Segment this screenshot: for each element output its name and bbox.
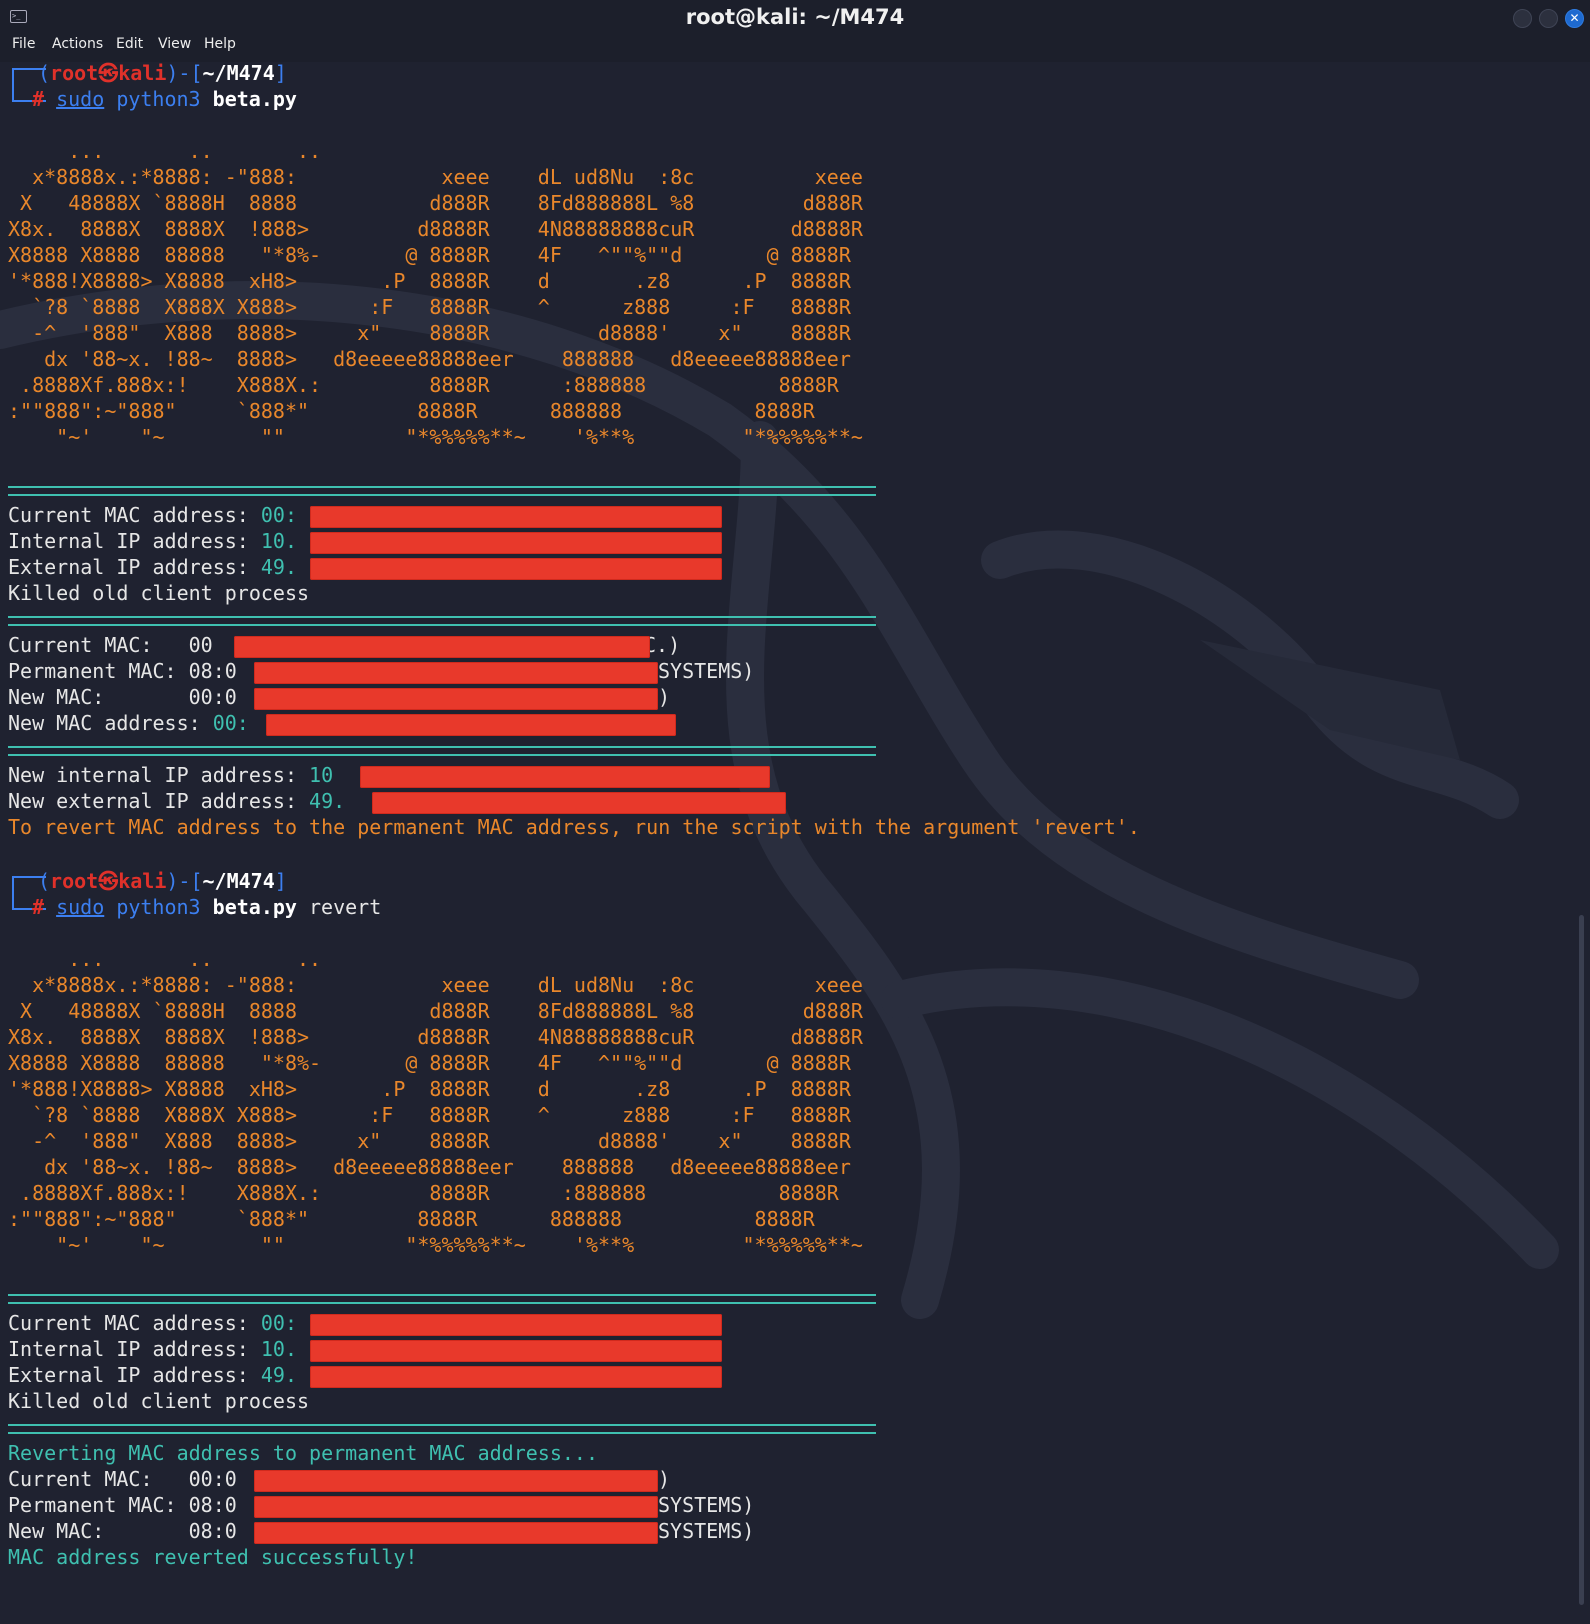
macchanger-new-tail: SYSTEMS) bbox=[658, 1519, 755, 1543]
macchanger-new-line: New MAC: 00:0 bbox=[8, 685, 237, 709]
divider bbox=[8, 1294, 876, 1304]
killed-process-line: Killed old client process bbox=[8, 581, 310, 605]
prompt-line-1: (root㉿kali)-[~/M474] bbox=[38, 61, 287, 85]
redaction-mark bbox=[310, 558, 722, 580]
macchanger-new-tail: ) bbox=[658, 685, 671, 709]
redaction-mark bbox=[254, 1470, 658, 1492]
internal-ip-line: Internal IP address: 10. bbox=[8, 529, 297, 553]
minimize-button[interactable] bbox=[1513, 9, 1532, 28]
command-line-1: # sudo python3 beta.py bbox=[32, 87, 297, 111]
divider bbox=[8, 746, 876, 756]
revert-hint-line: To revert MAC address to the permanent M… bbox=[8, 815, 1140, 839]
divider bbox=[8, 1424, 876, 1434]
reverting-line: Reverting MAC address to permanent MAC a… bbox=[8, 1441, 599, 1465]
revert-success-line: MAC address reverted successfully! bbox=[8, 1545, 418, 1569]
macchanger-current-line: Current MAC: 00:0 bbox=[8, 1467, 237, 1491]
window-controls: ✕ bbox=[1513, 9, 1584, 28]
close-button[interactable]: ✕ bbox=[1565, 9, 1584, 28]
macchanger-current-tail: ) bbox=[658, 1467, 671, 1491]
macchanger-current-line: Current MAC: 00 bbox=[8, 633, 213, 657]
redaction-mark bbox=[254, 1496, 658, 1518]
window-title: root@kali: ~/M474 bbox=[685, 5, 905, 29]
menu-help[interactable]: Help bbox=[204, 36, 236, 52]
menu-edit[interactable]: Edit bbox=[116, 36, 143, 52]
redaction-mark bbox=[310, 506, 722, 528]
macchanger-permanent-line: Permanent MAC: 08:0 bbox=[8, 1493, 237, 1517]
external-ip-line: External IP address: 49. bbox=[8, 1363, 297, 1387]
redaction-mark bbox=[234, 636, 650, 658]
killed-process-line: Killed old client process bbox=[8, 1389, 310, 1413]
macchanger-new-line: New MAC: 08:0 bbox=[8, 1519, 237, 1543]
terminal-output[interactable]: (root㉿kali)-[~/M474] # sudo python3 beta… bbox=[8, 60, 1568, 1624]
menu-actions[interactable]: Actions bbox=[52, 36, 103, 52]
menu-view[interactable]: View bbox=[158, 36, 191, 52]
redaction-mark bbox=[254, 688, 658, 710]
redaction-mark bbox=[254, 1522, 658, 1544]
redaction-mark bbox=[360, 766, 770, 788]
new-internal-ip-line: New internal IP address: 10 bbox=[8, 763, 334, 787]
menu-file[interactable]: File bbox=[12, 36, 35, 52]
scrollbar[interactable] bbox=[1579, 915, 1584, 1605]
divider bbox=[8, 616, 876, 626]
maximize-button[interactable] bbox=[1539, 9, 1558, 28]
current-mac-line: Current MAC address: 00: bbox=[8, 1311, 297, 1335]
prompt-line-2: (root㉿kali)-[~/M474] bbox=[38, 869, 287, 893]
redaction-mark bbox=[254, 662, 658, 684]
internal-ip-line: Internal IP address: 10. bbox=[8, 1337, 297, 1361]
command-line-2: # sudo python3 beta.py revert bbox=[32, 895, 382, 919]
redaction-mark bbox=[310, 1340, 722, 1362]
macchanger-permanent-line: Permanent MAC: 08:0 bbox=[8, 659, 237, 683]
title-bar: >_ root@kali: ~/M474 ✕ bbox=[0, 0, 1590, 36]
redaction-mark bbox=[310, 1366, 722, 1388]
new-external-ip-line: New external IP address: 49. bbox=[8, 789, 346, 813]
redaction-mark bbox=[310, 532, 722, 554]
external-ip-line: External IP address: 49. bbox=[8, 555, 297, 579]
redaction-mark bbox=[266, 714, 676, 736]
redaction-mark bbox=[372, 792, 786, 814]
macchanger-permanent-tail: SYSTEMS) bbox=[658, 1493, 755, 1517]
redaction-mark bbox=[310, 1314, 722, 1336]
divider bbox=[8, 486, 876, 496]
macchanger-permanent-tail: SYSTEMS) bbox=[658, 659, 755, 683]
current-mac-line: Current MAC address: 00: bbox=[8, 503, 297, 527]
menu-bar: File Actions Edit View Help bbox=[0, 36, 1590, 62]
new-mac-line: New MAC address: 00: bbox=[8, 711, 249, 735]
